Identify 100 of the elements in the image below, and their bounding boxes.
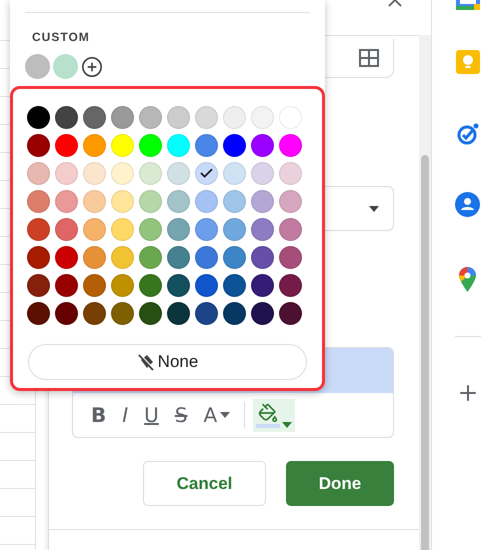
color-swatch[interactable] bbox=[251, 134, 274, 157]
color-swatch[interactable] bbox=[111, 246, 134, 269]
color-swatch[interactable] bbox=[223, 246, 246, 269]
color-swatch[interactable] bbox=[27, 162, 50, 185]
color-swatch[interactable] bbox=[83, 246, 106, 269]
color-swatch[interactable] bbox=[279, 218, 302, 241]
check-circle-icon[interactable] bbox=[456, 122, 480, 146]
color-swatch[interactable] bbox=[279, 162, 302, 185]
caret-icon bbox=[220, 412, 230, 418]
color-swatch[interactable] bbox=[251, 190, 274, 213]
color-swatch[interactable] bbox=[279, 274, 302, 297]
color-swatch[interactable] bbox=[195, 106, 218, 129]
bold-button[interactable]: B bbox=[85, 401, 112, 429]
strike-button[interactable]: S bbox=[168, 401, 194, 429]
color-swatch[interactable] bbox=[111, 190, 134, 213]
scrollbar-thumb[interactable] bbox=[421, 155, 429, 550]
color-swatch[interactable] bbox=[167, 302, 190, 325]
color-swatch[interactable] bbox=[83, 190, 106, 213]
done-button[interactable]: Done bbox=[286, 461, 394, 506]
color-swatch[interactable] bbox=[251, 302, 274, 325]
color-swatch[interactable] bbox=[27, 302, 50, 325]
color-swatch[interactable] bbox=[55, 134, 78, 157]
italic-button[interactable]: I bbox=[116, 401, 134, 429]
color-swatch[interactable] bbox=[139, 246, 162, 269]
custom-color-swatch[interactable] bbox=[53, 54, 78, 79]
no-fill-icon bbox=[136, 353, 155, 371]
color-swatch[interactable] bbox=[223, 302, 246, 325]
color-swatch[interactable] bbox=[111, 106, 134, 129]
color-swatch[interactable] bbox=[195, 134, 218, 157]
underline-button[interactable]: U bbox=[138, 401, 165, 429]
color-swatch[interactable] bbox=[55, 162, 78, 185]
color-swatch[interactable] bbox=[139, 162, 162, 185]
color-swatch[interactable] bbox=[279, 190, 302, 213]
color-swatch[interactable] bbox=[139, 302, 162, 325]
custom-label: CUSTOM bbox=[32, 30, 91, 44]
color-swatch[interactable] bbox=[83, 274, 106, 297]
color-swatch[interactable] bbox=[55, 302, 78, 325]
color-swatch[interactable] bbox=[139, 134, 162, 157]
color-swatch[interactable] bbox=[167, 106, 190, 129]
color-swatch[interactable] bbox=[223, 134, 246, 157]
color-swatch[interactable] bbox=[27, 190, 50, 213]
color-swatch[interactable] bbox=[167, 246, 190, 269]
add-custom-color-icon[interactable] bbox=[81, 56, 103, 78]
color-swatch[interactable] bbox=[83, 218, 106, 241]
color-swatch[interactable] bbox=[195, 218, 218, 241]
color-swatch[interactable] bbox=[111, 218, 134, 241]
color-swatch[interactable] bbox=[27, 106, 50, 129]
color-swatch[interactable] bbox=[167, 190, 190, 213]
color-swatch[interactable] bbox=[27, 274, 50, 297]
color-swatch[interactable] bbox=[55, 106, 78, 129]
text-color-button[interactable]: A bbox=[198, 401, 236, 429]
color-swatch[interactable] bbox=[111, 274, 134, 297]
color-swatch[interactable] bbox=[83, 106, 106, 129]
color-swatch[interactable] bbox=[55, 190, 78, 213]
color-swatch[interactable] bbox=[111, 134, 134, 157]
color-swatch[interactable] bbox=[251, 246, 274, 269]
color-swatch[interactable] bbox=[223, 190, 246, 213]
color-swatch[interactable] bbox=[27, 134, 50, 157]
color-swatch[interactable] bbox=[167, 162, 190, 185]
color-swatch[interactable] bbox=[27, 218, 50, 241]
color-swatch[interactable] bbox=[195, 162, 218, 185]
color-swatch[interactable] bbox=[279, 246, 302, 269]
color-swatch[interactable] bbox=[251, 106, 274, 129]
fill-color-button[interactable] bbox=[253, 398, 296, 432]
color-swatch[interactable] bbox=[139, 190, 162, 213]
color-swatch[interactable] bbox=[223, 106, 246, 129]
custom-color-swatch[interactable] bbox=[25, 54, 50, 79]
color-swatch[interactable] bbox=[111, 302, 134, 325]
color-swatch[interactable] bbox=[251, 274, 274, 297]
cancel-button[interactable]: Cancel bbox=[143, 461, 266, 506]
color-swatch[interactable] bbox=[279, 134, 302, 157]
color-swatch[interactable] bbox=[195, 190, 218, 213]
color-swatch[interactable] bbox=[139, 106, 162, 129]
none-button[interactable]: None bbox=[28, 344, 307, 380]
color-swatch[interactable] bbox=[251, 162, 274, 185]
color-swatch[interactable] bbox=[223, 162, 246, 185]
color-swatch[interactable] bbox=[223, 274, 246, 297]
caret-icon bbox=[282, 422, 292, 428]
color-swatch[interactable] bbox=[139, 218, 162, 241]
color-swatch[interactable] bbox=[195, 302, 218, 325]
color-swatch[interactable] bbox=[167, 274, 190, 297]
map-pin-icon[interactable] bbox=[459, 267, 476, 292]
color-swatch[interactable] bbox=[139, 274, 162, 297]
color-swatch[interactable] bbox=[167, 134, 190, 157]
color-swatch[interactable] bbox=[279, 302, 302, 325]
color-swatch[interactable] bbox=[83, 302, 106, 325]
color-swatch[interactable] bbox=[111, 162, 134, 185]
color-swatch[interactable] bbox=[251, 218, 274, 241]
color-swatch[interactable] bbox=[55, 246, 78, 269]
color-swatch[interactable] bbox=[167, 218, 190, 241]
person-icon[interactable] bbox=[455, 192, 480, 217]
color-swatch[interactable] bbox=[83, 162, 106, 185]
color-swatch[interactable] bbox=[195, 274, 218, 297]
color-swatch[interactable] bbox=[55, 274, 78, 297]
grid-icon[interactable] bbox=[359, 49, 379, 67]
color-swatch[interactable] bbox=[55, 218, 78, 241]
color-swatch[interactable] bbox=[195, 246, 218, 269]
color-swatch[interactable] bbox=[27, 246, 50, 269]
color-swatch[interactable] bbox=[83, 134, 106, 157]
color-swatch[interactable] bbox=[223, 218, 246, 241]
